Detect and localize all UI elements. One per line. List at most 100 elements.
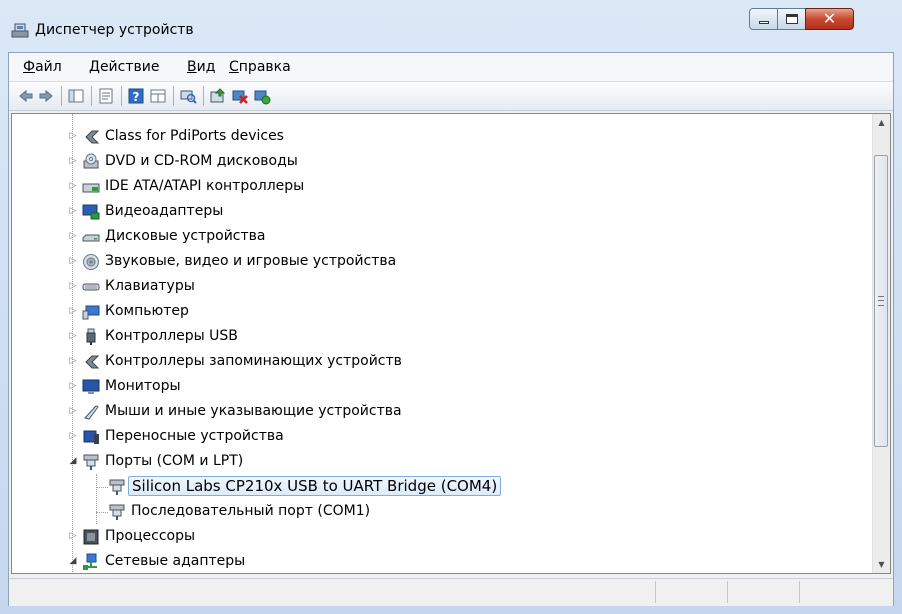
expand-arrow-icon[interactable]: ▷ xyxy=(68,256,78,266)
port-icon xyxy=(109,504,125,520)
tree-item-label: IDE ATA/ATAPI контроллеры xyxy=(105,178,305,194)
ide-controller-icon xyxy=(82,183,100,193)
tree-item-storage-controllers[interactable]: ▷ Контроллеры запоминающих устройств xyxy=(12,350,872,374)
tree-item-label: Silicon Labs CP210x USB to UART Bridge (… xyxy=(128,476,502,496)
tree-item-sound[interactable]: ▷ Звуковые, видео и игровые устройства xyxy=(12,250,872,274)
tree-item-label: DVD и CD-ROM дисководы xyxy=(105,153,298,169)
tree-item-label: Дисковые устройства xyxy=(105,228,266,244)
tree-item-label: Сетевые адаптеры xyxy=(105,553,246,569)
update-driver-icon[interactable] xyxy=(209,87,227,105)
plugin-icon xyxy=(85,130,100,144)
dvd-drive-icon xyxy=(83,153,99,169)
maximize-icon xyxy=(786,14,798,24)
mouse-icon xyxy=(84,405,99,420)
close-icon: ✕ xyxy=(822,9,837,28)
collapse-arrow-icon[interactable]: ◢ xyxy=(68,556,78,566)
console-tree-icon[interactable] xyxy=(67,87,85,105)
expand-arrow-icon[interactable]: ▷ xyxy=(68,281,78,291)
tree-item-monitors[interactable]: ▷ Мониторы xyxy=(12,375,872,399)
toolbar-separator xyxy=(203,86,204,106)
tree-item-usb[interactable]: ▷ Контроллеры USB xyxy=(12,325,872,349)
tree-item-label: Мыши и иные указывающие устройства xyxy=(105,403,402,419)
tree-item-label: Процессоры xyxy=(105,528,196,544)
expand-arrow-icon[interactable]: ▷ xyxy=(68,306,78,316)
menu-help[interactable]: Справка xyxy=(229,59,291,75)
expand-arrow-icon[interactable]: ▷ xyxy=(68,181,78,191)
tree-item-label: Порты (COM и LPT) xyxy=(105,453,244,469)
scroll-up-button[interactable]: ▲ xyxy=(873,114,890,131)
status-cell xyxy=(655,581,728,603)
tree-item-keyboards[interactable]: ▷ Клавиатуры xyxy=(12,275,872,299)
tree-item-serial-com1[interactable]: Последовательный порт (COM1) xyxy=(12,500,872,524)
menu-action[interactable]: Действие xyxy=(89,59,159,75)
expand-arrow-icon[interactable]: ▷ xyxy=(68,156,78,166)
tree-item-dvd[interactable]: ▷ DVD и CD-ROM дисководы xyxy=(12,150,872,174)
vertical-scrollbar[interactable]: ▲ ▼ xyxy=(872,114,890,573)
expand-arrow-icon[interactable]: ▷ xyxy=(68,431,78,441)
tree-item-label: Клавиатуры xyxy=(105,278,195,294)
menu-bar: Файл Действие Вид Справка xyxy=(9,53,893,82)
tree-item-label: Class for PdiPorts devices xyxy=(105,128,284,144)
window-title: Диспетчер устройств xyxy=(35,22,194,38)
device-manager-icon xyxy=(11,23,29,38)
tree-item-label: Компьютер xyxy=(105,303,189,319)
toolbar-separator xyxy=(173,86,174,106)
keyboard-icon xyxy=(82,283,100,291)
network-adapter-icon xyxy=(83,553,97,570)
expand-arrow-icon[interactable]: ▷ xyxy=(68,531,78,541)
tree-item-pdiports[interactable]: ▷ Class for PdiPorts devices xyxy=(12,125,872,149)
scan-hardware-icon[interactable] xyxy=(179,87,197,105)
tree-item-ports[interactable]: ◢ Порты (COM и LPT) xyxy=(12,450,872,474)
forward-icon[interactable] xyxy=(37,87,55,105)
tree-item-silicon-labs-com4[interactable]: Silicon Labs CP210x USB to UART Bridge (… xyxy=(12,475,872,499)
close-button[interactable]: ✕ xyxy=(805,8,854,30)
grip-icon xyxy=(878,296,884,306)
view-icon[interactable] xyxy=(149,87,167,105)
device-manager-window: Диспетчер устройств ✕ Файл Действие Вид … xyxy=(0,0,902,614)
computer-icon xyxy=(82,305,100,320)
scroll-down-button[interactable]: ▼ xyxy=(873,556,890,573)
menu-file[interactable]: Файл xyxy=(23,59,62,75)
maximize-button[interactable] xyxy=(777,8,806,30)
expand-arrow-icon[interactable]: ▷ xyxy=(68,131,78,141)
tree-item-ide[interactable]: ▷ IDE ATA/ATAPI контроллеры xyxy=(12,175,872,199)
expand-arrow-icon[interactable]: ▷ xyxy=(68,381,78,391)
tree-item-network-adapters[interactable]: ◢ Сетевые адаптеры xyxy=(12,550,872,573)
svg-text:?: ? xyxy=(133,90,140,104)
processor-icon xyxy=(83,529,99,545)
tree-item-computer[interactable]: ▷ Компьютер xyxy=(12,300,872,324)
help-icon[interactable]: ? xyxy=(127,87,145,105)
collapse-arrow-icon[interactable]: ◢ xyxy=(68,456,78,466)
expand-arrow-icon[interactable]: ▷ xyxy=(68,356,78,366)
status-cell xyxy=(727,581,800,603)
properties-icon[interactable] xyxy=(97,87,115,105)
tree-item-disk-drives[interactable]: ▷ Дисковые устройства xyxy=(12,225,872,249)
title-bar[interactable]: Диспетчер устройств ✕ xyxy=(0,0,902,52)
back-icon[interactable] xyxy=(17,87,35,105)
enable-device-icon[interactable] xyxy=(253,87,271,105)
toolbar-separator xyxy=(121,86,122,106)
expand-arrow-icon[interactable]: ▷ xyxy=(68,206,78,216)
menu-view[interactable]: Вид xyxy=(187,59,215,75)
port-icon xyxy=(109,479,125,495)
toolbar-separator xyxy=(61,86,62,106)
minimize-icon xyxy=(759,21,769,24)
tree-item-label: Контроллеры USB xyxy=(105,328,238,344)
usb-icon xyxy=(86,328,96,345)
toolbar: ? xyxy=(9,82,893,111)
expand-arrow-icon[interactable]: ▷ xyxy=(68,406,78,416)
expand-arrow-icon[interactable]: ▷ xyxy=(68,231,78,241)
tree-item-label: Видеоадаптеры xyxy=(105,203,224,219)
scrollbar-thumb[interactable] xyxy=(874,155,888,447)
expand-arrow-icon[interactable]: ▷ xyxy=(68,331,78,341)
client-area: Файл Действие Вид Справка ? ▷ Class for … xyxy=(8,52,894,606)
status-bar xyxy=(9,578,893,606)
uninstall-icon[interactable] xyxy=(231,87,249,105)
tree-item-portable-devices[interactable]: ▷ Переносные устройства xyxy=(12,425,872,449)
device-tree[interactable]: ▷ Class for PdiPorts devices ▷ DVD и CD-… xyxy=(11,113,891,574)
minimize-button[interactable] xyxy=(749,8,778,30)
tree-item-mice[interactable]: ▷ Мыши и иные указывающие устройства xyxy=(12,400,872,424)
tree-item-video-adapters[interactable]: ▷ Видеоадаптеры xyxy=(12,200,872,224)
tree-item-label: Контроллеры запоминающих устройств xyxy=(105,353,402,369)
tree-item-processors[interactable]: ▷ Процессоры xyxy=(12,525,872,549)
